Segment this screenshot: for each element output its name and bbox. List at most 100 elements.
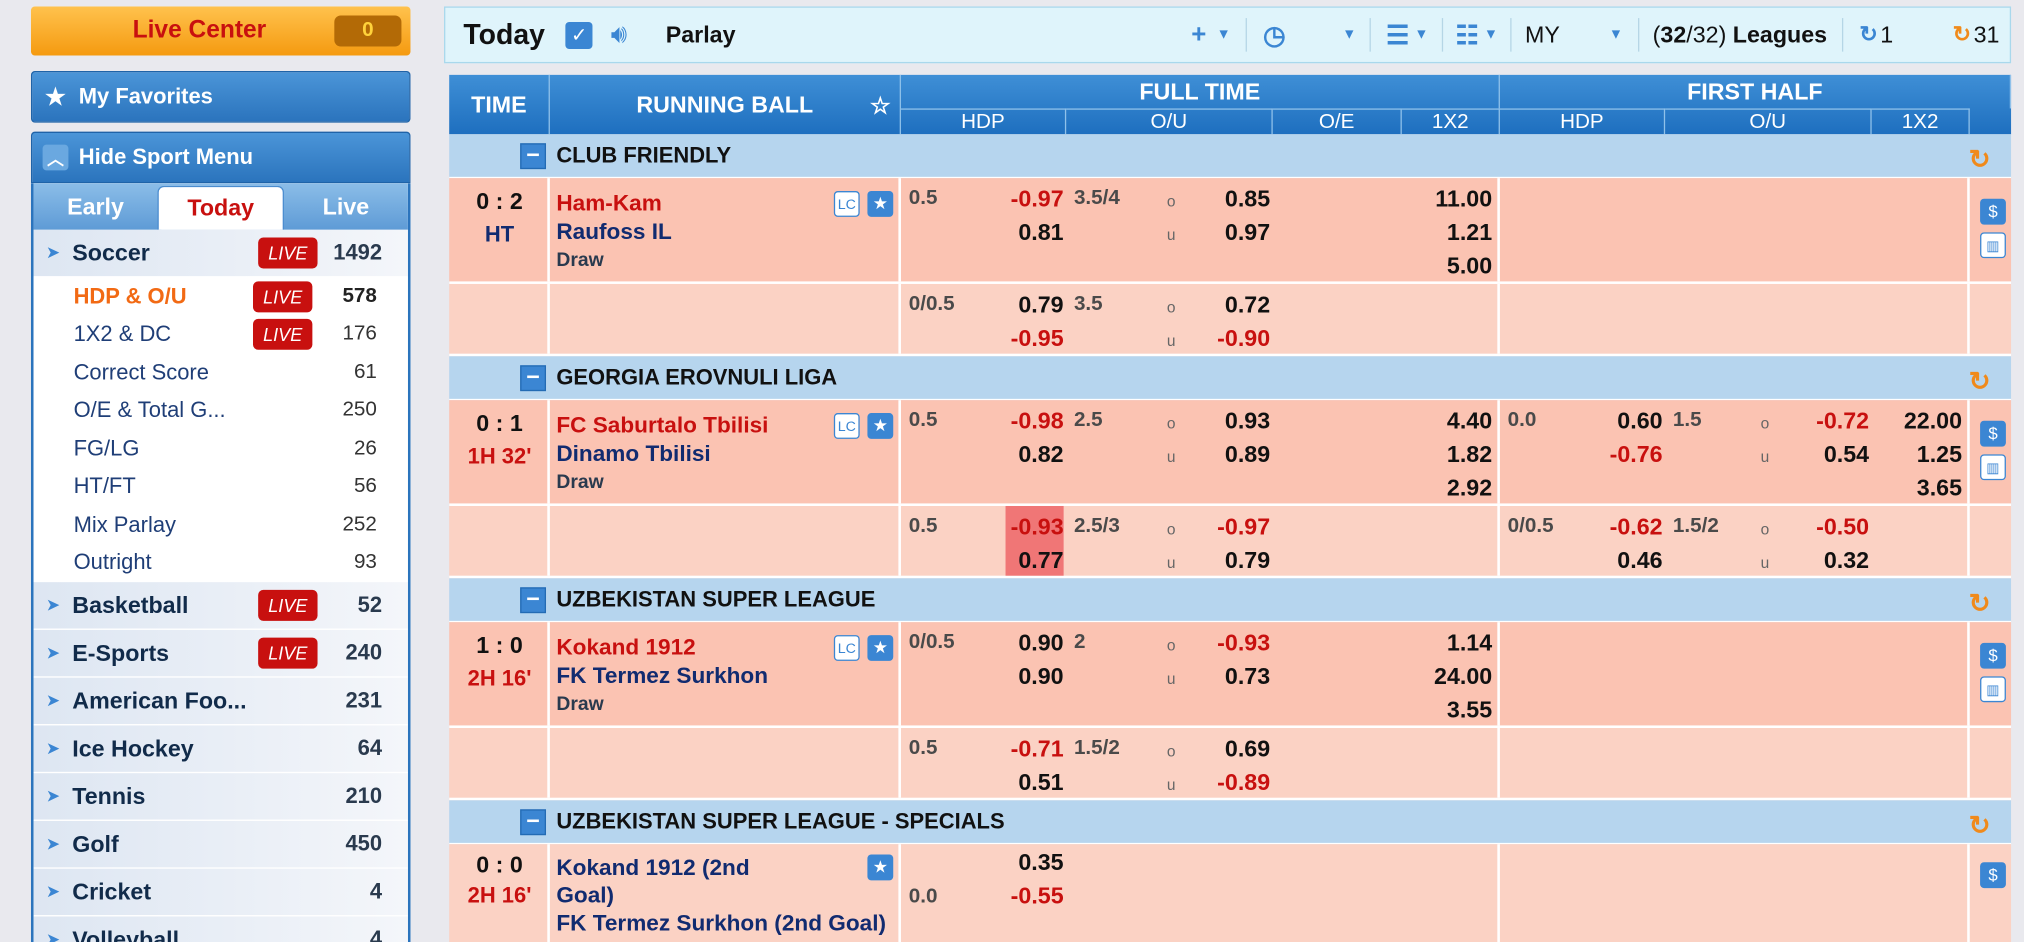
refresh-icon[interactable]: ↻ xyxy=(1953,22,1971,48)
add-icon[interactable]: + xyxy=(1191,20,1206,50)
odds-value[interactable]: 0.35 xyxy=(973,849,1063,876)
odds-value[interactable]: 0.82 xyxy=(973,441,1063,468)
clock-icon[interactable]: ◷ xyxy=(1263,19,1286,51)
live-center-button[interactable]: Live Center 0 xyxy=(30,6,411,56)
chevron-down-icon[interactable]: ▼ xyxy=(1342,27,1356,42)
odds-value[interactable]: 0.54 xyxy=(1779,441,1869,468)
odds-type-select[interactable]: MY xyxy=(1525,21,1560,48)
sub-item-oe-total[interactable]: O/E & Total G... 250 xyxy=(33,391,408,430)
odds-value[interactable]: -0.93 xyxy=(1180,630,1270,657)
odds-value[interactable]: -0.98 xyxy=(973,408,1064,435)
league-header[interactable]: − UZBEKISTAN SUPER LEAGUE - SPECIALS ↻ xyxy=(449,800,2012,845)
refresh-icon[interactable]: ↻ xyxy=(1859,22,1877,48)
stats-icon[interactable]: ▥ xyxy=(1980,232,2006,259)
collapse-icon[interactable]: − xyxy=(520,586,547,613)
sport-item-soccer[interactable]: ➤ Soccer LIVE 1492 xyxy=(33,229,408,278)
odds-value[interactable]: 1.14 xyxy=(1402,630,1492,657)
odds-value[interactable]: 0.77 xyxy=(973,547,1063,574)
odds-value[interactable]: -0.97 xyxy=(1180,514,1270,541)
odds-value[interactable]: -0.55 xyxy=(973,883,1064,910)
favorite-star-icon[interactable]: ★ xyxy=(867,191,894,217)
odds-value[interactable]: -0.89 xyxy=(1180,769,1270,796)
odds-value[interactable]: 3.55 xyxy=(1402,697,1492,724)
odds-value[interactable]: -0.62 xyxy=(1572,514,1663,541)
league-header[interactable]: − UZBEKISTAN SUPER LEAGUE ↻ xyxy=(449,578,2012,623)
live-tv-icon[interactable]: LC xyxy=(833,413,860,439)
dollar-icon[interactable]: $ xyxy=(1980,862,2006,889)
odds-value[interactable]: 0.69 xyxy=(1180,736,1270,763)
odds-value[interactable]: -0.90 xyxy=(1180,325,1270,352)
odds-value[interactable]: -0.95 xyxy=(973,325,1064,352)
odds-value[interactable]: -0.76 xyxy=(1572,441,1663,468)
odds-value[interactable]: 0.93 xyxy=(1180,408,1270,435)
parlay-link[interactable]: Parlay xyxy=(666,21,736,48)
favorite-star-icon[interactable]: ★ xyxy=(867,854,894,881)
dollar-icon[interactable]: $ xyxy=(1980,420,2006,447)
odds-value[interactable]: 1.21 xyxy=(1402,219,1492,246)
refresh-icon[interactable]: ↻ xyxy=(1969,809,1991,841)
collapse-icon[interactable]: − xyxy=(520,808,547,835)
favorite-star-icon[interactable]: ★ xyxy=(867,413,894,439)
live-tv-icon[interactable]: LC xyxy=(833,191,860,217)
odds-value[interactable]: 1.82 xyxy=(1402,441,1492,468)
sub-item-hdp-ou[interactable]: HDP & O/U LIVE 578 xyxy=(33,277,408,316)
refresh-icon[interactable]: ↻ xyxy=(1969,587,1991,619)
odds-value[interactable]: 0.46 xyxy=(1572,547,1662,574)
sport-item-tennis[interactable]: ➤ Tennis 210 xyxy=(33,773,408,821)
odds-value[interactable]: -0.71 xyxy=(973,736,1064,763)
sport-item-basketball[interactable]: ➤ Basketball LIVE 52 xyxy=(33,582,408,630)
odds-value[interactable]: 0.72 xyxy=(1180,292,1270,319)
speaker-icon[interactable]: 🔊︎ xyxy=(611,20,627,50)
odds-value[interactable]: -0.72 xyxy=(1779,408,1869,435)
odds-value[interactable]: 0.90 xyxy=(973,630,1063,657)
odds-value[interactable]: 0.81 xyxy=(973,219,1063,246)
odds-value[interactable]: 22.00 xyxy=(1872,408,1962,435)
sport-item-golf[interactable]: ➤ Golf 450 xyxy=(33,820,408,869)
chevron-down-icon[interactable]: ▼ xyxy=(1414,27,1428,42)
odds-value[interactable]: 1.25 xyxy=(1872,441,1962,468)
odds-value[interactable]: 3.65 xyxy=(1872,475,1962,502)
tab-early[interactable]: Early xyxy=(34,183,158,229)
sport-item-cricket[interactable]: ➤ Cricket 4 xyxy=(33,868,408,917)
league-header[interactable]: − CLUB FRIENDLY ↻ xyxy=(449,134,2012,179)
favorite-star-icon[interactable]: ★ xyxy=(867,635,894,661)
odds-value[interactable]: -0.93 xyxy=(973,514,1064,541)
sport-item-american-football[interactable]: ➤ American Foo... 231 xyxy=(33,677,408,726)
odds-value[interactable]: 4.40 xyxy=(1402,408,1492,435)
odds-value[interactable]: 11.00 xyxy=(1402,186,1492,213)
odds-value[interactable]: 0.32 xyxy=(1779,547,1869,574)
refresh-icon[interactable]: ↻ xyxy=(1969,365,1991,397)
odds-value[interactable]: 0.79 xyxy=(1180,547,1270,574)
refresh-icon[interactable]: ↻ xyxy=(1969,143,1991,175)
sub-item-mix-parlay[interactable]: Mix Parlay 252 xyxy=(33,505,408,545)
sub-item-outright[interactable]: Outright 93 xyxy=(33,544,408,583)
chevron-down-icon[interactable]: ▼ xyxy=(1217,27,1231,42)
favorite-star-icon[interactable]: ☆ xyxy=(870,93,891,120)
stats-icon[interactable]: ▥ xyxy=(1980,454,2006,481)
collapse-icon[interactable]: − xyxy=(520,143,547,169)
sub-item-ht-ft[interactable]: HT/FT 56 xyxy=(33,467,408,506)
dollar-icon[interactable]: $ xyxy=(1980,198,2006,225)
hide-sport-menu-button[interactable]: ︿ Hide Sport Menu xyxy=(30,131,411,184)
sport-item-esports[interactable]: ➤ E-Sports LIVE 240 xyxy=(33,629,408,678)
stats-icon[interactable]: ▥ xyxy=(1980,676,2006,703)
chevron-down-icon[interactable]: ▼ xyxy=(1609,27,1623,42)
tab-today[interactable]: Today xyxy=(157,185,284,230)
live-tv-icon[interactable]: LC xyxy=(833,635,860,661)
odds-value[interactable]: -0.97 xyxy=(973,186,1064,213)
sub-item-fg-lg[interactable]: FG/LG 26 xyxy=(33,429,408,468)
odds-value[interactable]: 0.60 xyxy=(1572,408,1662,435)
collapse-icon[interactable]: − xyxy=(520,365,547,391)
my-favorites-button[interactable]: ★ My Favorites xyxy=(30,70,411,123)
sport-item-ice-hockey[interactable]: ➤ Ice Hockey 64 xyxy=(33,725,408,774)
sub-item-1x2-dc[interactable]: 1X2 & DC LIVE 176 xyxy=(33,315,408,354)
leagues-selector[interactable]: (32/32) Leagues xyxy=(1653,21,1827,48)
league-header[interactable]: − GEORGIA EROVNULI LIGA ↻ xyxy=(449,356,2012,401)
list-view-icon[interactable]: ☷ xyxy=(1456,19,1479,51)
dollar-icon[interactable]: $ xyxy=(1980,642,2006,669)
odds-value[interactable]: 0.97 xyxy=(1180,219,1270,246)
odds-value[interactable]: 0.79 xyxy=(973,292,1063,319)
sub-item-correct-score[interactable]: Correct Score 61 xyxy=(33,353,408,392)
odds-value[interactable]: -0.50 xyxy=(1779,514,1869,541)
chevron-down-icon[interactable]: ▼ xyxy=(1484,27,1498,42)
